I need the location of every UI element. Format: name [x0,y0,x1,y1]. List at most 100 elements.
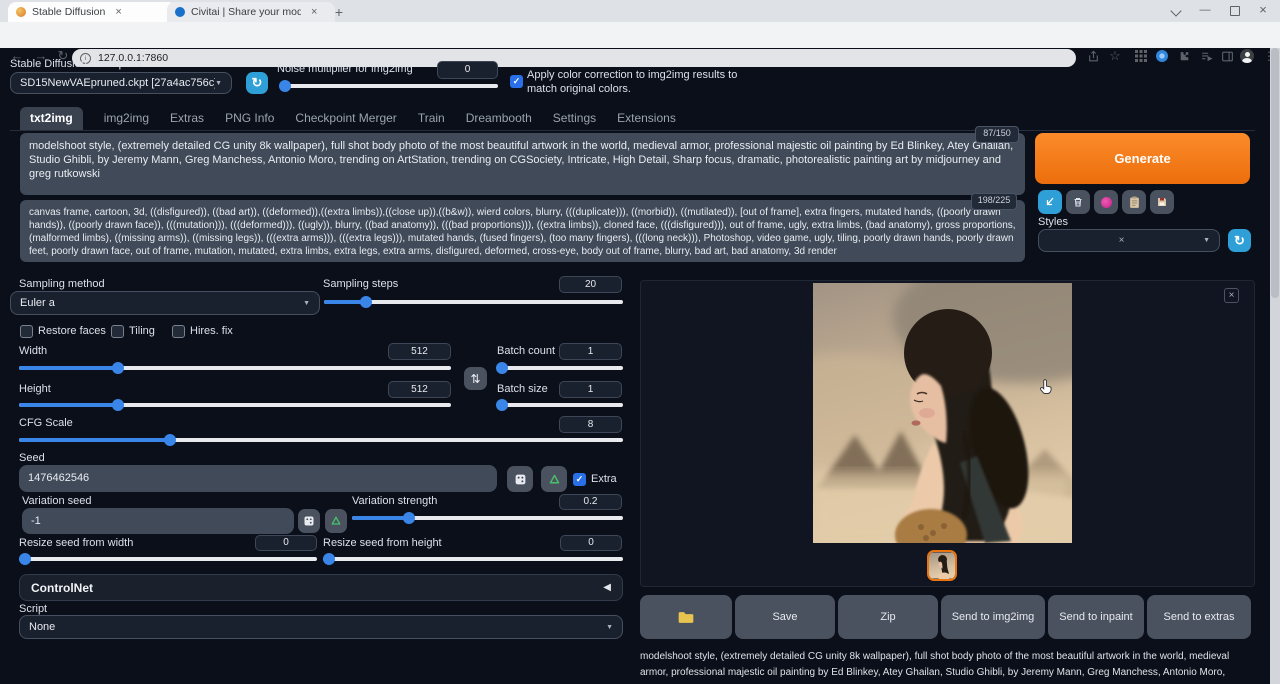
extra-networks-button[interactable] [1094,190,1118,214]
side-panel-icon[interactable] [1218,47,1236,65]
batch-size-value[interactable]: 1 [559,381,622,398]
sampling-steps-slider[interactable] [324,296,623,308]
resize-seed-width-value[interactable]: 0 [255,535,317,551]
trash-icon [1072,196,1084,208]
open-folder-button[interactable] [640,595,732,639]
share-icon[interactable] [1084,47,1102,65]
tab-dreambooth[interactable]: Dreambooth [466,107,532,130]
browser-tab-stable-diffusion[interactable]: Stable Diffusion × [8,2,176,22]
paste-params-button[interactable] [1038,190,1062,214]
clear-prompt-button[interactable] [1066,190,1090,214]
random-variation-seed-button[interactable] [298,509,320,533]
new-tab-button[interactable]: + [330,3,348,21]
checkpoint-dropdown[interactable]: SD15NewVAEpruned.ckpt [27a4ac756c] ▼ [10,72,232,94]
tab-close-icon[interactable]: × [115,6,121,18]
bookmark-star-icon[interactable]: ☆ [1106,47,1124,65]
cfg-scale-slider[interactable] [19,434,623,446]
prompt-input[interactable]: modelshoot style, (extremely detailed CG… [20,133,1025,195]
window-restore-button[interactable] [1230,6,1240,16]
chevron-down-icon: ▼ [606,624,613,631]
clear-selection-icon[interactable]: × [1119,235,1125,246]
tab-img2img[interactable]: img2img [104,107,149,130]
tab-checkpoint-merger[interactable]: Checkpoint Merger [295,107,396,130]
refresh-checkpoint-button[interactable]: ↻ [246,72,268,94]
window-close-button[interactable]: × [1250,0,1276,20]
variation-strength-slider[interactable] [352,512,623,524]
color-correction-checkbox[interactable]: ✓ [510,75,523,88]
extension-blue-dot-icon[interactable] [1153,47,1171,65]
batch-size-slider[interactable] [497,399,623,411]
noise-multiplier-value[interactable]: 0 [437,61,498,79]
chevron-down-icon: ▼ [303,300,310,307]
apps-grid-icon[interactable] [1132,47,1150,65]
sampling-steps-value[interactable]: 20 [559,276,622,293]
restore-faces-label: Restore faces [38,325,106,337]
dice-icon [514,473,527,486]
sampling-method-label: Sampling method [19,278,105,290]
sampling-method-dropdown[interactable]: Euler a ▼ [10,291,320,315]
random-seed-button[interactable] [507,466,533,492]
reuse-seed-button[interactable] [541,466,567,492]
height-slider[interactable] [19,399,451,411]
resize-seed-width-slider[interactable] [19,553,317,565]
tab-png-info[interactable]: PNG Info [225,107,274,130]
tab-txt2img[interactable]: txt2img [20,107,83,130]
accordion-arrow-icon: ◀ [603,582,611,593]
negative-prompt-token-counter: 198/225 [971,193,1017,210]
tab-underline [10,130,1255,131]
variation-strength-label: Variation strength [352,495,437,507]
cfg-scale-value[interactable]: 8 [559,416,622,433]
address-bar[interactable]: i 127.0.0.1:7860 [72,49,1076,67]
generate-button[interactable]: Generate [1035,133,1250,184]
width-value[interactable]: 512 [388,343,451,360]
tab-settings[interactable]: Settings [553,107,596,130]
gallery-thumbnail[interactable] [927,550,957,581]
save-style-button[interactable] [1150,190,1174,214]
refresh-styles-button[interactable]: ↻ [1228,229,1251,252]
seed-input[interactable]: 1476462546 [19,465,497,492]
width-slider[interactable] [19,362,451,374]
tab-extras[interactable]: Extras [170,107,204,130]
seed-label: Seed [19,452,45,464]
tab-extensions[interactable]: Extensions [617,107,676,130]
batch-count-value[interactable]: 1 [559,343,622,360]
noise-multiplier-slider[interactable] [281,80,498,92]
window-minimize-button[interactable]: — [1192,0,1218,20]
tiling-label: Tiling [129,325,155,337]
checkpoint-label: Stable Diffusion checkpoint [10,58,143,70]
script-dropdown[interactable]: None ▼ [19,615,623,639]
styles-dropdown[interactable]: × ▼ [1038,229,1220,252]
generated-image[interactable] [813,283,1072,543]
swap-width-height-button[interactable]: ⇅ [464,367,487,390]
close-preview-button[interactable]: × [1224,288,1239,303]
send-to-extras-button[interactable]: Send to extras [1147,595,1251,639]
scrollbar-thumb[interactable] [1271,48,1279,298]
script-value: None [29,621,55,633]
hires-fix-checkbox[interactable] [172,325,185,338]
variation-seed-input[interactable]: -1 [22,508,294,534]
restore-faces-checkbox[interactable] [20,325,33,338]
resize-seed-height-value[interactable]: 0 [560,535,622,551]
variation-strength-value[interactable]: 0.2 [559,494,622,510]
zip-button[interactable]: Zip [838,595,938,639]
reading-list-icon[interactable] [1197,47,1215,65]
window-chevron-icon[interactable] [1170,5,1181,16]
extensions-puzzle-icon[interactable] [1175,47,1193,65]
tab-train[interactable]: Train [418,107,445,130]
reuse-variation-seed-button[interactable] [325,509,347,533]
apply-style-button[interactable] [1122,190,1146,214]
save-button[interactable]: Save [735,595,835,639]
batch-count-slider[interactable] [497,362,623,374]
styles-label: Styles [1038,216,1068,228]
send-to-img2img-button[interactable]: Send to img2img [941,595,1045,639]
seed-extra-checkbox[interactable]: ✓ [573,473,586,486]
profile-avatar[interactable] [1238,47,1256,65]
height-value[interactable]: 512 [388,381,451,398]
controlnet-accordion[interactable]: ControlNet ◀ [19,574,623,601]
send-to-inpaint-button[interactable]: Send to inpaint [1048,595,1144,639]
tab-close-icon[interactable]: × [311,6,317,18]
negative-prompt-input[interactable]: canvas frame, cartoon, 3d, ((disfigured)… [20,200,1025,262]
browser-tab-civitai[interactable]: Civitai | Share your models × [167,2,335,22]
tiling-checkbox[interactable] [111,325,124,338]
resize-seed-height-slider[interactable] [323,553,623,565]
